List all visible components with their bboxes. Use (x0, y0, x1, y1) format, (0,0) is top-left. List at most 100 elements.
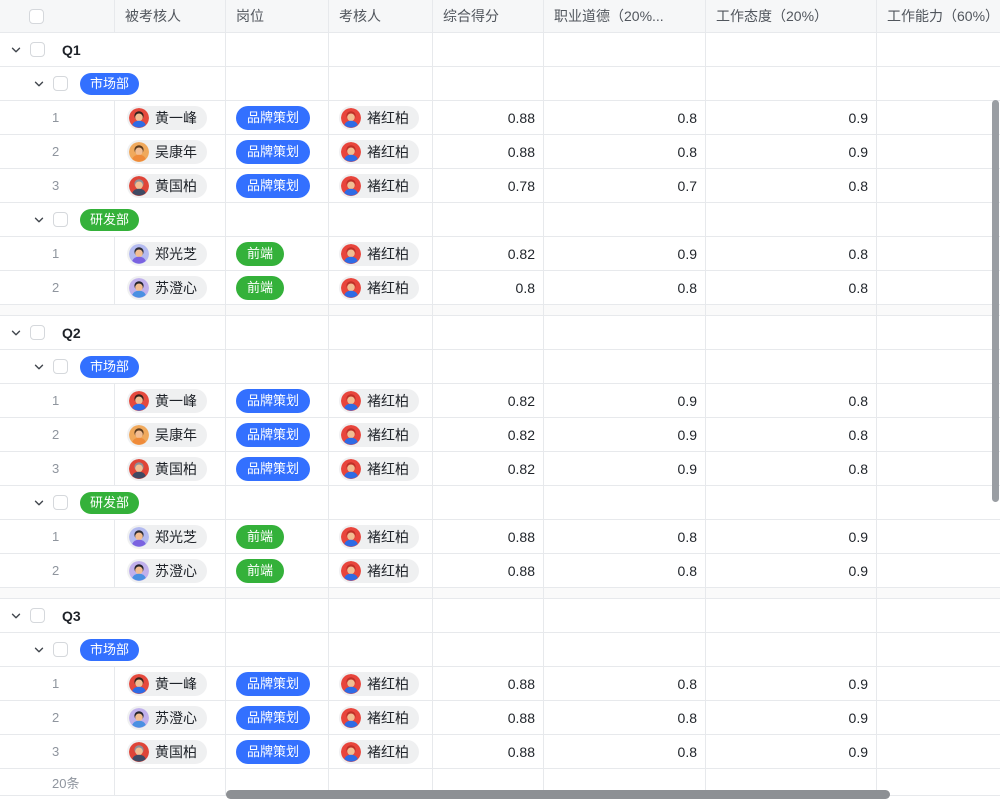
assessor-cell[interactable]: 褚红柏 (329, 271, 433, 304)
assessor-chip[interactable]: 褚红柏 (339, 457, 419, 481)
horizontal-scrollbar-thumb[interactable] (226, 790, 890, 799)
header-ability[interactable]: 工作能力（60%） (877, 0, 1000, 32)
subgroup-checkbox[interactable] (53, 359, 68, 374)
table-row[interactable]: 3 黄国柏 品牌策划 (0, 735, 1000, 769)
table-row[interactable]: 2 吴康年 品牌策划 (0, 135, 1000, 169)
ability-cell[interactable] (877, 452, 1000, 485)
assessor-cell[interactable]: 褚红柏 (329, 667, 433, 700)
assessee-cell[interactable]: 郑光芝 (115, 237, 226, 270)
assessee-chip[interactable]: 黄一峰 (127, 389, 207, 413)
assessee-cell[interactable]: 苏澄心 (115, 271, 226, 304)
attitude-cell[interactable]: 0.9 (706, 520, 877, 553)
score-cell[interactable]: 0.82 (433, 237, 544, 270)
assessor-cell[interactable]: 褚红柏 (329, 701, 433, 734)
attitude-cell[interactable]: 0.9 (706, 554, 877, 587)
table-row[interactable]: 2 苏澄心 品牌策划 (0, 701, 1000, 735)
table-row[interactable]: 1 黄一峰 品牌策划 (0, 667, 1000, 701)
ethics-cell[interactable]: 0.9 (544, 452, 706, 485)
ability-cell[interactable] (877, 701, 1000, 734)
assessee-cell[interactable]: 吴康年 (115, 135, 226, 168)
ethics-cell[interactable]: 0.9 (544, 237, 706, 270)
position-cell[interactable]: 品牌策划 (226, 452, 329, 485)
assessor-chip[interactable]: 褚红柏 (339, 106, 419, 130)
attitude-cell[interactable]: 0.8 (706, 418, 877, 451)
vertical-scrollbar-thumb[interactable] (992, 100, 999, 502)
position-cell[interactable]: 品牌策划 (226, 667, 329, 700)
ability-cell[interactable] (877, 418, 1000, 451)
chevron-down-icon[interactable] (10, 44, 22, 56)
assessee-chip[interactable]: 黄国柏 (127, 457, 207, 481)
chevron-down-icon[interactable] (10, 327, 22, 339)
position-cell[interactable]: 品牌策划 (226, 384, 329, 417)
table-row[interactable]: 2 苏澄心 前端 (0, 271, 1000, 305)
assessor-chip[interactable]: 褚红柏 (339, 740, 419, 764)
score-cell[interactable]: 0.88 (433, 520, 544, 553)
ability-cell[interactable] (877, 101, 1000, 134)
ethics-cell[interactable]: 0.8 (544, 701, 706, 734)
ability-cell[interactable] (877, 667, 1000, 700)
assessor-chip[interactable]: 褚红柏 (339, 423, 419, 447)
ethics-cell[interactable]: 0.8 (544, 735, 706, 768)
header-assessor[interactable]: 考核人 (329, 0, 433, 32)
assessee-chip[interactable]: 苏澄心 (127, 559, 207, 583)
attitude-cell[interactable]: 0.8 (706, 237, 877, 270)
attitude-cell[interactable]: 0.9 (706, 735, 877, 768)
attitude-cell[interactable]: 0.8 (706, 452, 877, 485)
assessor-cell[interactable]: 褚红柏 (329, 735, 433, 768)
assessee-chip[interactable]: 黄国柏 (127, 174, 207, 198)
select-all-checkbox[interactable] (29, 9, 44, 24)
assessee-chip[interactable]: 吴康年 (127, 423, 207, 447)
ability-cell[interactable] (877, 237, 1000, 270)
table-row[interactable]: 3 黄国柏 品牌策划 (0, 169, 1000, 203)
assessee-chip[interactable]: 郑光芝 (127, 525, 207, 549)
assessee-chip[interactable]: 黄一峰 (127, 672, 207, 696)
score-cell[interactable]: 0.88 (433, 667, 544, 700)
ethics-cell[interactable]: 0.8 (544, 520, 706, 553)
assessor-chip[interactable]: 褚红柏 (339, 706, 419, 730)
group-checkbox[interactable] (30, 608, 45, 623)
ability-cell[interactable] (877, 520, 1000, 553)
ability-cell[interactable] (877, 169, 1000, 202)
assessor-chip[interactable]: 褚红柏 (339, 672, 419, 696)
score-cell[interactable]: 0.78 (433, 169, 544, 202)
assessor-cell[interactable]: 褚红柏 (329, 237, 433, 270)
assessee-cell[interactable]: 黄国柏 (115, 169, 226, 202)
assessor-cell[interactable]: 褚红柏 (329, 135, 433, 168)
position-cell[interactable]: 前端 (226, 271, 329, 304)
position-cell[interactable]: 品牌策划 (226, 701, 329, 734)
table-row[interactable]: 1 郑光芝 前端 (0, 520, 1000, 554)
assessee-cell[interactable]: 郑光芝 (115, 520, 226, 553)
table-row[interactable]: 2 吴康年 品牌策划 (0, 418, 1000, 452)
attitude-cell[interactable]: 0.9 (706, 701, 877, 734)
position-cell[interactable]: 前端 (226, 554, 329, 587)
position-cell[interactable]: 品牌策划 (226, 169, 329, 202)
ethics-cell[interactable]: 0.9 (544, 384, 706, 417)
table-row[interactable]: 3 黄国柏 品牌策划 (0, 452, 1000, 486)
assessor-cell[interactable]: 褚红柏 (329, 384, 433, 417)
ability-cell[interactable] (877, 384, 1000, 417)
assessor-cell[interactable]: 褚红柏 (329, 520, 433, 553)
score-cell[interactable]: 0.88 (433, 701, 544, 734)
attitude-cell[interactable]: 0.9 (706, 667, 877, 700)
assessor-chip[interactable]: 褚红柏 (339, 389, 419, 413)
score-cell[interactable]: 0.82 (433, 384, 544, 417)
assessor-chip[interactable]: 褚红柏 (339, 559, 419, 583)
position-cell[interactable]: 前端 (226, 237, 329, 270)
position-cell[interactable]: 品牌策划 (226, 135, 329, 168)
subgroup-checkbox[interactable] (53, 212, 68, 227)
assessor-cell[interactable]: 褚红柏 (329, 554, 433, 587)
assessor-cell[interactable]: 褚红柏 (329, 169, 433, 202)
score-cell[interactable]: 0.88 (433, 554, 544, 587)
attitude-cell[interactable]: 0.9 (706, 101, 877, 134)
assessee-chip[interactable]: 黄一峰 (127, 106, 207, 130)
score-cell[interactable]: 0.8 (433, 271, 544, 304)
assessee-chip[interactable]: 苏澄心 (127, 276, 207, 300)
chevron-down-icon[interactable] (33, 497, 45, 509)
assessee-chip[interactable]: 吴康年 (127, 140, 207, 164)
header-ethics[interactable]: 职业道德（20%... (544, 0, 706, 32)
score-cell[interactable]: 0.88 (433, 101, 544, 134)
assessee-cell[interactable]: 苏澄心 (115, 554, 226, 587)
header-attitude[interactable]: 工作态度（20%） (706, 0, 877, 32)
subgroup-checkbox[interactable] (53, 642, 68, 657)
ability-cell[interactable] (877, 135, 1000, 168)
